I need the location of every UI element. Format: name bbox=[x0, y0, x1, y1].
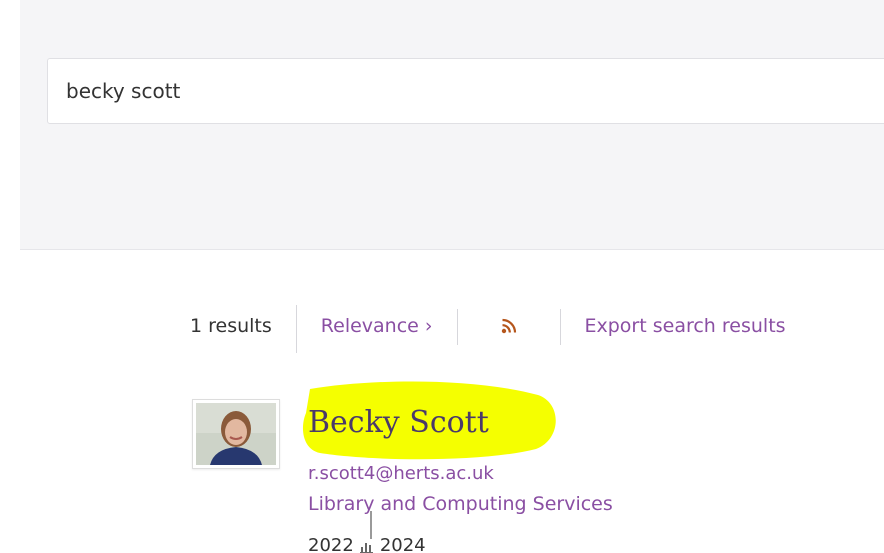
toolbar-divider bbox=[559, 309, 561, 345]
sort-relevance-button[interactable]: Relevance › bbox=[321, 305, 433, 347]
toolbar-divider bbox=[295, 305, 297, 353]
person-email-link[interactable]: r.scott4@herts.ac.uk bbox=[308, 463, 494, 484]
person-name-link[interactable]: Becky Scott bbox=[308, 405, 489, 440]
activity-years: 2022 2024 bbox=[308, 535, 426, 553]
rss-button[interactable] bbox=[482, 305, 536, 347]
year-start: 2022 bbox=[308, 535, 354, 553]
avatar[interactable] bbox=[192, 399, 280, 469]
year-end: 2024 bbox=[379, 535, 426, 553]
toolbar-divider bbox=[456, 309, 458, 345]
organisation-link[interactable]: Library and Computing Services bbox=[308, 493, 613, 515]
search-panel bbox=[20, 0, 884, 250]
person-result: Becky Scott r.scott4@herts.ac.uk Library… bbox=[192, 375, 872, 553]
results-toolbar: 1 results Relevance › Export search resu… bbox=[190, 305, 786, 353]
rss-icon bbox=[501, 318, 516, 334]
results-count: 1 results bbox=[190, 315, 272, 337]
search-input[interactable] bbox=[47, 58, 884, 124]
bar-chart-icon bbox=[359, 542, 373, 553]
export-search-results-button[interactable]: Export search results bbox=[585, 305, 786, 347]
